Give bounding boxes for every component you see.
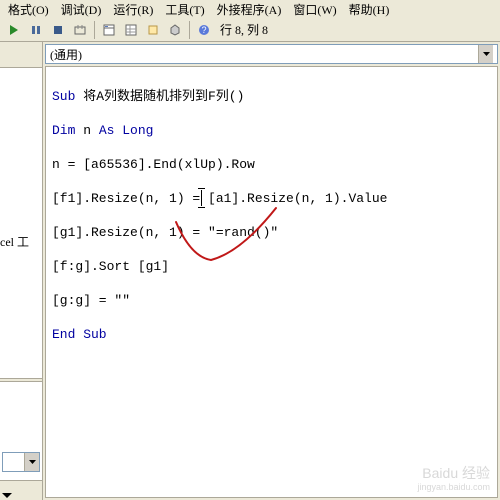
separator: [189, 21, 190, 39]
separator: [94, 21, 95, 39]
project-item-excel[interactable]: cel 工: [0, 233, 29, 250]
menu-debug[interactable]: 调试(D): [61, 1, 102, 18]
cursor-position: 行 8, 列 8: [220, 21, 268, 38]
chevron-down-icon: [478, 45, 493, 63]
text-cursor-icon: [201, 190, 202, 206]
toolbar: ? 行 8, 列 8: [0, 18, 500, 42]
code-editor[interactable]: Sub 将A列数据随机排列到F列() Dim n As Long n = [a6…: [45, 66, 498, 498]
stop-button[interactable]: [48, 20, 68, 40]
menu-format[interactable]: 格式(O): [8, 1, 49, 18]
project-explorer-button[interactable]: [99, 20, 119, 40]
panel-splitter[interactable]: [0, 378, 42, 382]
dropdown-label: (通用): [50, 46, 82, 63]
menu-bar: 格式(O) 调试(D) 运行(R) 工具(T) 外接程序(A) 窗口(W) 帮助…: [0, 0, 500, 18]
triangle-icon: [2, 493, 12, 498]
pause-button[interactable]: [26, 20, 46, 40]
properties-dropdown[interactable]: [2, 452, 40, 472]
object-browser-button[interactable]: [143, 20, 163, 40]
svg-text:?: ?: [201, 25, 206, 35]
menu-help[interactable]: 帮助(H): [349, 1, 390, 18]
properties-button[interactable]: [121, 20, 141, 40]
project-panel: cel 工: [0, 42, 43, 500]
object-dropdown[interactable]: (通用): [45, 44, 498, 64]
panel-header: [0, 42, 42, 68]
menu-tools[interactable]: 工具(T): [165, 1, 204, 18]
help-button[interactable]: ?: [194, 20, 214, 40]
run-button[interactable]: [4, 20, 24, 40]
menu-window[interactable]: 窗口(W): [293, 1, 336, 18]
design-mode-button[interactable]: [70, 20, 90, 40]
menu-run[interactable]: 运行(R): [113, 1, 153, 18]
menu-addins[interactable]: 外接程序(A): [217, 1, 282, 18]
panel-footer: [0, 480, 42, 500]
chevron-down-icon: [24, 453, 39, 471]
toolbox-button[interactable]: [165, 20, 185, 40]
